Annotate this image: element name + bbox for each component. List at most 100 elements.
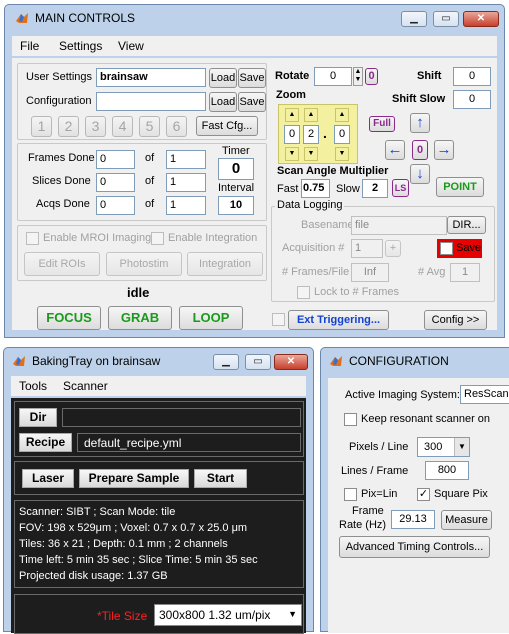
load-user-settings-button[interactable]: Load	[209, 68, 237, 88]
enable-mroi-checkbox[interactable]	[26, 232, 39, 245]
photostim-button[interactable]: Photostim	[106, 252, 182, 276]
close-button[interactable]: ✕	[274, 354, 308, 370]
config-slot-6-button[interactable]: 6	[166, 116, 187, 137]
frames-total-field[interactable]: 1	[166, 150, 206, 169]
basename-field[interactable]: file	[351, 216, 447, 235]
config-slot-5-button[interactable]: 5	[139, 116, 160, 137]
scan-right-arrow-icon[interactable]: →	[434, 140, 454, 160]
scan-center-button[interactable]: 0	[412, 140, 428, 160]
avg-field[interactable]: 1	[450, 263, 480, 282]
zoom-digit-ones[interactable]: 0	[334, 125, 350, 144]
disk-usage-info: Projected disk usage: 1.37 GB	[19, 570, 168, 582]
frame-rate-field[interactable]: 29.13	[391, 510, 435, 529]
menu-settings[interactable]: Settings	[59, 39, 102, 53]
integration-button[interactable]: Integration	[187, 252, 263, 276]
pixels-per-line-select[interactable]: 300 ▼	[417, 437, 470, 457]
lock-frames-checkbox[interactable]	[297, 286, 310, 299]
zoom-tens-down-button[interactable]: ▼	[304, 147, 318, 161]
frames-per-file-field[interactable]: Inf	[351, 263, 389, 282]
recipe-select-button[interactable]: Recipe	[19, 433, 72, 452]
user-settings-field[interactable]: brainsaw	[96, 68, 206, 87]
lines-per-frame-field[interactable]: 800	[425, 461, 469, 480]
square-pix-checkbox[interactable]: ✓	[417, 488, 430, 501]
frame-rate-label-line2: Rate (Hz)	[339, 519, 387, 531]
fast-cfg-button[interactable]: Fast Cfg...	[196, 116, 258, 136]
dir-path-field[interactable]	[62, 408, 301, 427]
pix-lin-checkbox[interactable]	[344, 488, 357, 501]
rotate-zero-button[interactable]: 0	[365, 68, 378, 85]
loop-button[interactable]: LOOP	[179, 306, 243, 330]
edit-rois-button[interactable]: Edit ROIs	[24, 252, 100, 276]
close-button[interactable]: ✕	[463, 11, 499, 27]
tile-size-label: *Tile Size	[97, 609, 148, 623]
scan-down-arrow-icon[interactable]: ↓	[410, 164, 430, 184]
config-slot-3-button[interactable]: 3	[85, 116, 106, 137]
configuration-window: CONFIGURATION Active Imaging System: Res…	[320, 347, 509, 633]
shift-slow-label: Shift Slow	[392, 93, 446, 105]
config-slot-4-button[interactable]: 4	[112, 116, 133, 137]
ext-triggering-checkbox[interactable]	[272, 313, 285, 326]
save-user-settings-button[interactable]: Save	[238, 68, 266, 88]
focus-button[interactable]: FOCUS	[37, 306, 101, 330]
zoom-hundreds-down-button[interactable]: ▼	[285, 147, 299, 161]
scan-left-arrow-icon[interactable]: ←	[385, 140, 405, 160]
acquisition-number-field[interactable]: 1	[351, 239, 383, 258]
config-slot-2-button[interactable]: 2	[58, 116, 79, 137]
config-toggle-button[interactable]: Config >>	[424, 310, 487, 330]
action-panel: Laser Prepare Sample Start	[14, 461, 304, 495]
measure-button[interactable]: Measure	[441, 510, 492, 530]
keep-resonant-checkbox[interactable]	[344, 413, 357, 426]
maximize-button[interactable]: ▭	[433, 11, 459, 27]
zoom-tens-up-button[interactable]: ▲	[304, 108, 318, 122]
save-toggle[interactable]: Save	[437, 239, 482, 258]
prepare-sample-button[interactable]: Prepare Sample	[79, 469, 189, 488]
menu-view[interactable]: View	[118, 39, 144, 53]
ext-triggering-button[interactable]: Ext Triggering...	[288, 310, 389, 330]
zoom-ones-down-button[interactable]: ▼	[335, 147, 349, 161]
dir-select-button[interactable]: Dir	[19, 408, 57, 427]
configuration-field[interactable]	[96, 92, 206, 111]
zoom-ones-up-button[interactable]: ▲	[335, 108, 349, 122]
zoom-digit-tens[interactable]: 2	[303, 125, 319, 144]
advanced-timing-button[interactable]: Advanced Timing Controls...	[339, 536, 490, 558]
point-button[interactable]: POINT	[436, 177, 484, 197]
dir-button[interactable]: DIR...	[447, 216, 486, 234]
menu-scanner[interactable]: Scanner	[63, 379, 108, 393]
acqs-total-field[interactable]: 1	[166, 196, 206, 215]
ls-button[interactable]: LS	[392, 179, 409, 197]
load-configuration-button[interactable]: Load	[209, 92, 237, 112]
config-slot-1-button[interactable]: 1	[31, 116, 52, 137]
shift-field[interactable]: 0	[453, 67, 491, 86]
save-checkbox[interactable]	[440, 242, 453, 255]
rotate-field[interactable]: 0	[314, 67, 352, 86]
maximize-button[interactable]: ▭	[245, 354, 271, 370]
recipe-path-field[interactable]: default_recipe.yml	[77, 433, 301, 452]
counters-panel: Frames Done 0 of 1 Slices Done 0 of 1 Ac…	[17, 143, 267, 221]
full-field-button[interactable]: Full	[369, 116, 395, 132]
minimize-button[interactable]: ▁	[401, 11, 427, 27]
slices-total-field[interactable]: 1	[166, 173, 206, 192]
acquisition-increment-button[interactable]: +	[385, 240, 401, 257]
zoom-digit-hundreds[interactable]: 0	[284, 125, 300, 144]
scan-up-arrow-icon[interactable]: ↑	[410, 113, 430, 133]
start-button[interactable]: Start	[194, 469, 247, 488]
basename-label: Basename	[301, 219, 354, 231]
save-configuration-button[interactable]: Save	[238, 92, 266, 112]
chevron-down-icon: ▼	[288, 609, 297, 619]
zoom-hundreds-up-button[interactable]: ▲	[285, 108, 299, 122]
laser-button[interactable]: Laser	[22, 469, 74, 488]
tile-size-panel: *Tile Size 300x800 1.32 um/pix ▼	[14, 594, 304, 634]
tile-size-select[interactable]: 300x800 1.32 um/pix ▼	[154, 604, 302, 626]
grab-button[interactable]: GRAB	[108, 306, 172, 330]
slow-angle-field[interactable]: 2	[362, 179, 388, 198]
minimize-button[interactable]: ▁	[213, 354, 239, 370]
rotate-spinner[interactable]: ▲ ▼	[353, 67, 363, 86]
interval-field[interactable]: 10	[218, 196, 254, 215]
shift-slow-field[interactable]: 0	[453, 90, 491, 109]
menu-file[interactable]: File	[20, 39, 39, 53]
square-pix-label: Square Pix	[434, 488, 488, 500]
enable-integration-checkbox[interactable]	[151, 232, 164, 245]
fast-angle-field[interactable]: 0.75	[301, 179, 330, 198]
active-imaging-system-select[interactable]: ResScann	[460, 385, 509, 404]
menu-tools[interactable]: Tools	[19, 379, 47, 393]
